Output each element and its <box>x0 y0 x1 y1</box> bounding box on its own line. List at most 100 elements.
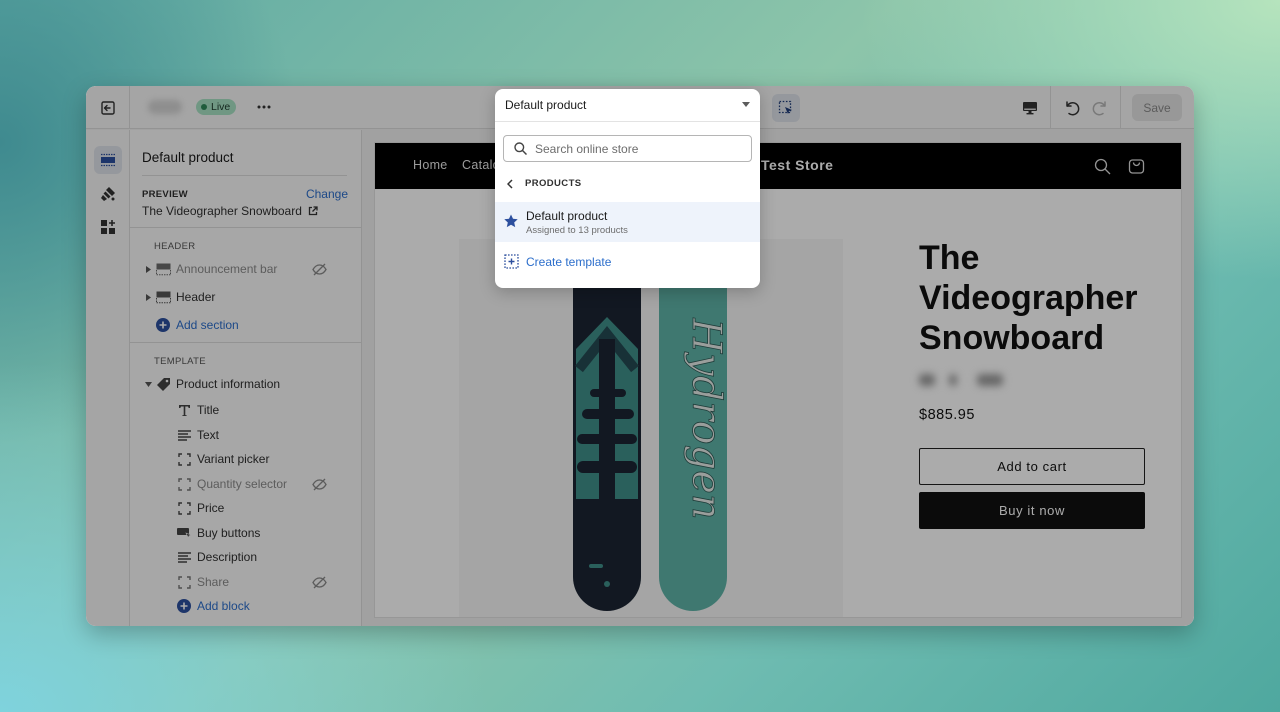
nav-link-home[interactable]: Home <box>413 158 448 172</box>
product-price: $885.95 <box>919 407 975 423</box>
block-quantity-selector[interactable]: Quantity selector <box>130 472 361 496</box>
block-label: Quantity selector <box>197 477 288 491</box>
caret-right-icon[interactable] <box>144 293 152 301</box>
divider <box>142 175 347 176</box>
divider <box>130 342 361 343</box>
section-product-information[interactable]: Product information <box>130 372 361 396</box>
block-text[interactable]: Text <box>130 423 361 447</box>
add-section-button[interactable]: Add section <box>130 313 361 337</box>
create-template-button[interactable]: Create template <box>504 254 611 269</box>
sidebar-title: Default product <box>142 150 234 165</box>
exit-icon <box>100 100 115 115</box>
template-option-default-product[interactable]: Default product Assigned to 13 products <box>495 202 760 242</box>
tag-icon <box>155 376 171 392</box>
cart-icon[interactable] <box>1125 155 1147 177</box>
desktop-view-button[interactable] <box>1018 96 1042 120</box>
chevron-left-icon <box>507 178 513 189</box>
rail-sections-button[interactable] <box>94 146 122 174</box>
block-label: Share <box>197 575 230 589</box>
block-variant-picker[interactable]: Variant picker <box>130 447 361 471</box>
block-label: Title <box>197 403 220 417</box>
add-block-label: Add block <box>197 599 250 613</box>
template-select-value: Default product <box>505 98 587 112</box>
block-description[interactable]: Description <box>130 545 361 569</box>
rail-theme-settings-button[interactable] <box>94 180 122 208</box>
chevron-down-icon <box>742 102 750 107</box>
sections-sidebar: Default product PREVIEW Change The Video… <box>130 130 362 626</box>
store-name-blurred <box>148 100 182 114</box>
block-icon <box>176 451 192 467</box>
plus-circle-icon <box>155 317 171 333</box>
preview-product[interactable]: The Videographer Snowboard <box>142 204 318 218</box>
divider <box>130 227 361 228</box>
preview-label: PREVIEW <box>142 189 188 200</box>
block-title[interactable]: Title <box>130 398 361 422</box>
add-to-cart-button[interactable]: Add to cart <box>919 448 1145 485</box>
search-icon[interactable] <box>1091 155 1113 177</box>
block-icon <box>176 500 192 516</box>
plus-circle-icon <box>176 598 192 614</box>
status-badge-label: Live <box>211 101 231 113</box>
section-label: Announcement bar <box>176 262 278 276</box>
buy-now-button[interactable]: Buy it now <box>919 492 1145 529</box>
icon-rail <box>86 130 130 626</box>
back-label: PRODUCTS <box>525 178 582 189</box>
block-label: Buy buttons <box>197 526 261 540</box>
block-label: Description <box>197 550 258 564</box>
external-link-icon[interactable] <box>308 206 318 216</box>
star-icon <box>504 214 518 228</box>
block-share[interactable]: Share <box>130 570 361 594</box>
template-select[interactable]: Default product <box>495 89 760 122</box>
add-template-icon <box>504 254 519 269</box>
block-price[interactable]: Price <box>130 496 361 520</box>
title-icon <box>176 402 192 418</box>
rail-app-embeds-button[interactable] <box>94 213 122 241</box>
sections-icon <box>101 153 115 167</box>
eye-hidden-icon[interactable] <box>311 261 327 277</box>
eye-hidden-icon[interactable] <box>311 574 327 590</box>
preview-product-name: The Videographer Snowboard <box>142 204 302 218</box>
save-button[interactable]: Save <box>1132 94 1182 121</box>
more-actions-button[interactable] <box>252 96 276 118</box>
desktop-icon <box>1023 102 1037 115</box>
template-picker-popover: Default product PRODUCTS Default product… <box>495 89 760 288</box>
add-section-label: Add section <box>176 318 239 332</box>
caret-right-icon[interactable] <box>144 265 152 273</box>
search-input[interactable] <box>535 141 735 156</box>
template-option-assignment: Assigned to 13 products <box>526 225 628 236</box>
undo-button[interactable] <box>1060 96 1084 120</box>
paintbrush-icon <box>101 187 115 201</box>
toolbar-divider <box>1050 86 1051 129</box>
store-logo[interactable]: Test Store <box>761 157 833 173</box>
toolbar-divider <box>1120 86 1121 129</box>
text-icon <box>176 427 192 443</box>
section-icon <box>155 261 171 277</box>
template-group-label: TEMPLATE <box>154 356 206 367</box>
eye-hidden-icon[interactable] <box>311 476 327 492</box>
header-group-label: HEADER <box>154 241 196 252</box>
block-icon <box>176 476 192 492</box>
live-dot-icon <box>201 104 207 110</box>
block-label: Price <box>197 501 225 515</box>
undo-icon <box>1066 101 1080 116</box>
store-preview: Home Catalog Test Store Hydrogen The Vid… <box>362 130 1194 626</box>
block-buy-buttons[interactable]: Buy buttons <box>130 521 361 545</box>
section-label: Header <box>176 290 216 304</box>
change-preview-link[interactable]: Change <box>306 187 348 201</box>
product-title: The Videographer Snowboard <box>919 239 1138 357</box>
section-header[interactable]: Header <box>130 285 361 309</box>
buy-buttons-icon <box>176 525 192 541</box>
section-icon <box>155 289 171 305</box>
status-badge: Live <box>196 99 237 115</box>
template-search[interactable] <box>503 135 752 162</box>
add-block-button[interactable]: Add block <box>130 594 361 618</box>
back-to-products-button[interactable]: PRODUCTS <box>507 178 582 189</box>
section-announcement-bar[interactable]: Announcement bar <box>130 257 361 281</box>
caret-down-icon[interactable] <box>144 381 152 387</box>
redo-button[interactable] <box>1088 96 1112 120</box>
search-icon <box>514 142 527 155</box>
product-image[interactable]: Hydrogen <box>459 239 843 617</box>
exit-button[interactable] <box>86 86 130 129</box>
template-option-name: Default product <box>526 209 608 223</box>
inspector-toggle-button[interactable] <box>772 94 800 122</box>
